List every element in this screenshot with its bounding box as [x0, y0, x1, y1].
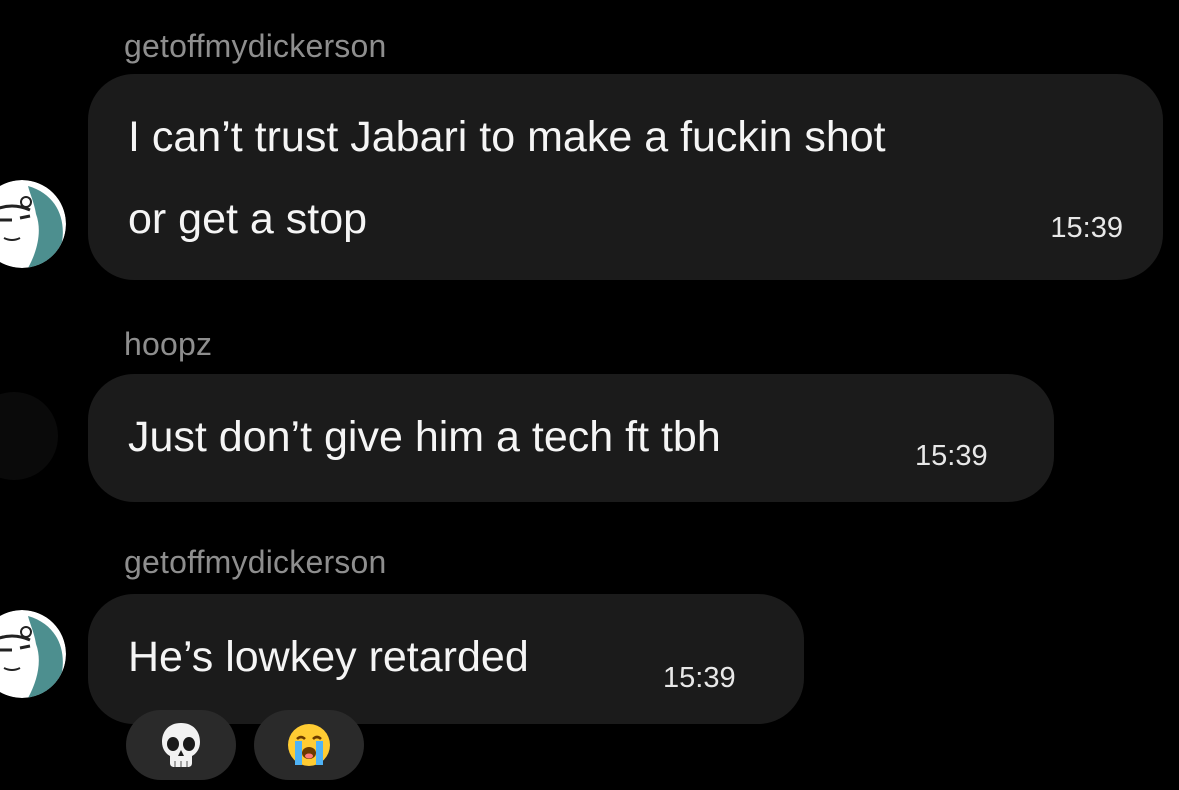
- message-bubble[interactable]: Just don’t give him a tech ft tbh 15:39: [88, 374, 1054, 502]
- avatar-illustration-icon: [0, 610, 66, 698]
- message-bubble[interactable]: I can’t trust Jabari to make a fuckin sh…: [88, 74, 1163, 280]
- message-timestamp: 15:39: [663, 662, 736, 694]
- sender-name: getoffmydickerson: [124, 28, 387, 64]
- chat-thread: getoffmydickerson I can’t trust Jabari t…: [0, 0, 1179, 790]
- reaction-skull[interactable]: [126, 710, 236, 780]
- user-avatar[interactable]: [0, 610, 66, 698]
- reaction-crying[interactable]: [254, 710, 364, 780]
- user-avatar[interactable]: [0, 180, 66, 268]
- user-avatar[interactable]: [0, 392, 58, 480]
- avatar-illustration-icon: [0, 180, 66, 268]
- message-text: He’s lowkey retarded: [128, 633, 529, 681]
- message-timestamp: 15:39: [1050, 212, 1123, 244]
- message-timestamp: 15:39: [915, 440, 988, 472]
- message-text-line-2: or get a stop: [128, 195, 368, 243]
- message-text: Just don’t give him a tech ft tbh: [128, 413, 721, 461]
- message-bubble[interactable]: He’s lowkey retarded 15:39: [88, 594, 804, 724]
- loudly-crying-face-icon: [288, 724, 330, 766]
- sender-name: getoffmydickerson: [124, 544, 387, 580]
- sender-name: hoopz: [124, 326, 213, 362]
- skull-icon: [162, 723, 200, 767]
- message-text-line-1: I can’t trust Jabari to make a fuckin sh…: [128, 113, 886, 161]
